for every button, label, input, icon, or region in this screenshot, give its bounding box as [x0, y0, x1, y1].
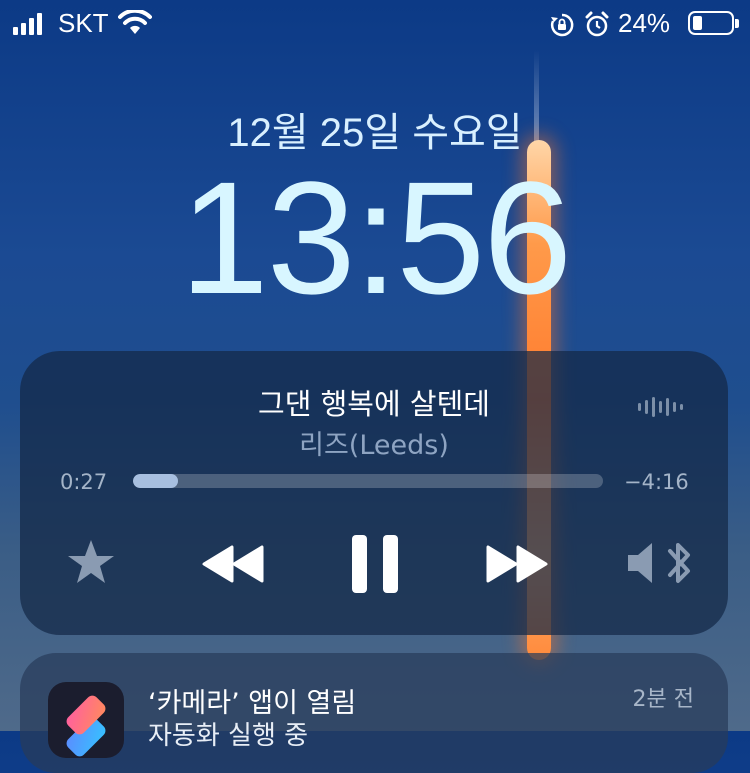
shortcuts-icon	[48, 682, 124, 758]
playback-scrubber[interactable]	[133, 474, 603, 488]
notification-time: 2분 전	[632, 687, 694, 712]
status-bar: SKT 24%	[0, 0, 750, 48]
alarm-icon	[585, 11, 609, 37]
battery-icon	[688, 11, 739, 35]
rotation-lock-icon	[550, 13, 574, 37]
notification-body: 자동화 실행 중	[148, 721, 309, 751]
carrier-name: SKT	[58, 8, 109, 38]
now-playing-widget[interactable]: 그댄 행복에 살텐데 리즈(Leeds) 0:27 −4:16	[20, 351, 728, 635]
cellular-signal-icon	[13, 13, 42, 35]
audio-waveform-icon	[638, 397, 683, 417]
pause-icon[interactable]	[350, 533, 400, 595]
star-icon[interactable]	[66, 537, 116, 587]
fast-forward-icon[interactable]	[484, 544, 550, 584]
notification-card[interactable]: ‘카메라’ 앱이 열림 자동화 실행 중 2분 전	[20, 653, 728, 773]
playback-progress-fill	[133, 474, 178, 488]
wifi-icon	[118, 10, 152, 34]
artist-name: 리즈(Leeds)	[299, 430, 449, 461]
remaining-time: −4:16	[624, 470, 689, 494]
speaker-bluetooth-icon[interactable]	[626, 539, 696, 587]
battery-percentage: 24%	[618, 8, 671, 38]
elapsed-time: 0:27	[60, 470, 108, 494]
lock-screen-clock[interactable]: 13:56	[0, 158, 750, 318]
song-title: 그댄 행복에 살텐데	[258, 387, 490, 421]
rewind-icon[interactable]	[200, 544, 266, 584]
